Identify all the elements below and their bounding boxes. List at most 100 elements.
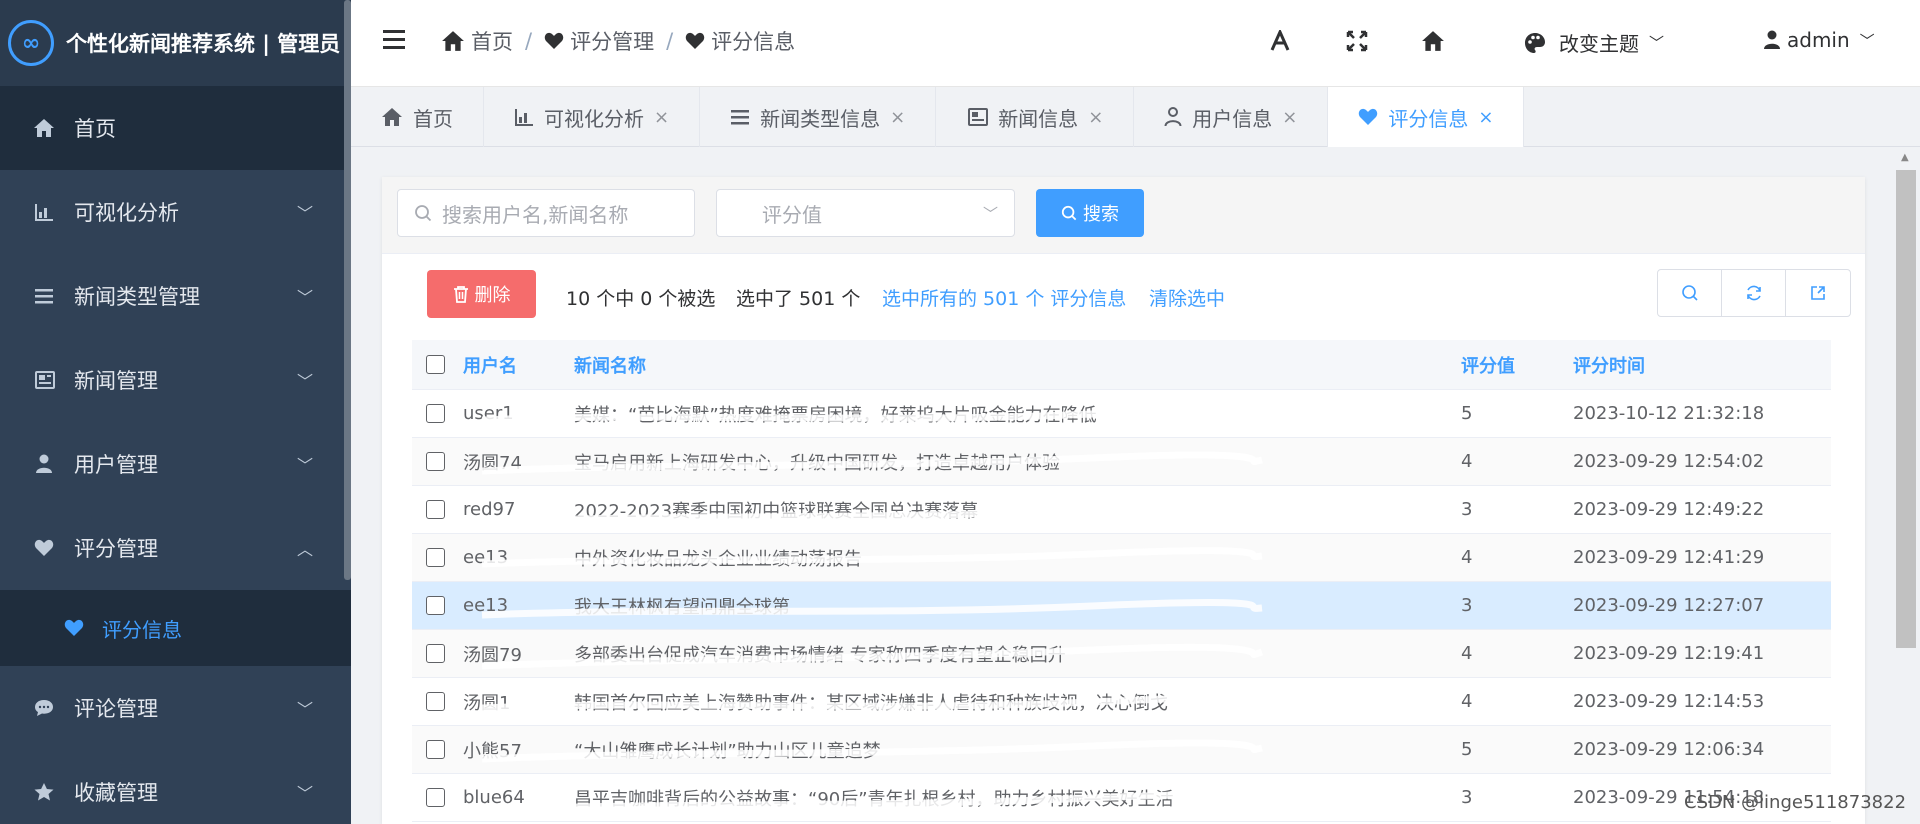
row-checkbox[interactable] bbox=[426, 596, 445, 615]
sidebar-item-rating[interactable]: 评分管理 ︿ bbox=[0, 506, 351, 590]
scroll-up-icon[interactable]: ▲ bbox=[1901, 152, 1909, 163]
table-toolbar: 删除 10 个中 0 个被选 选中了 501 个 选中所有的 501 个 评分信… bbox=[382, 254, 1865, 334]
breadcrumb-label: 评分管理 bbox=[570, 30, 655, 54]
font-size-icon[interactable] bbox=[1269, 28, 1291, 57]
row-checkbox[interactable] bbox=[426, 788, 445, 807]
chevron-down-icon: ﹀ bbox=[296, 204, 313, 223]
page-scrollbar[interactable]: ▲ bbox=[1896, 152, 1920, 824]
export-icon[interactable] bbox=[1786, 270, 1850, 316]
chevron-down-icon: ﹀ bbox=[1649, 34, 1665, 52]
heart-icon bbox=[32, 536, 56, 560]
list-icon bbox=[731, 110, 750, 125]
cell-user: ee13 bbox=[463, 547, 509, 568]
sidebar-item-comment[interactable]: 评论管理 ﹀ bbox=[0, 666, 351, 750]
sidebar-subitem-rating-info[interactable]: 评分信息 bbox=[0, 590, 351, 666]
sidebar-item-home[interactable]: 首页 bbox=[0, 86, 351, 170]
search-bar: 搜索用户名,新闻名称 评分值 ﹀ 搜索 bbox=[382, 177, 1865, 254]
tab-news-type[interactable]: 新闻类型信息 × bbox=[700, 87, 937, 147]
keyword-search-input[interactable]: 搜索用户名,新闻名称 bbox=[397, 189, 695, 237]
close-icon[interactable]: × bbox=[654, 107, 669, 128]
tab-rating-info[interactable]: 评分信息 × bbox=[1328, 87, 1525, 147]
delete-button[interactable]: 删除 bbox=[427, 270, 536, 318]
cell-user: 小熊57 bbox=[463, 740, 522, 762]
cell-score: 3 bbox=[1461, 787, 1473, 808]
table-row[interactable]: 汤圆1 韩国首尔回应美上海赞助事件：某区域涉嫌非人虐待和种族歧视，决心倒戈 4 202… bbox=[412, 678, 1831, 726]
tab-visual-analysis[interactable]: 可视化分析 × bbox=[484, 87, 701, 147]
tab-label: 可视化分析 bbox=[544, 106, 644, 131]
close-icon[interactable]: × bbox=[1282, 107, 1297, 128]
comment-icon bbox=[32, 696, 56, 720]
table-row[interactable]: 汤圆79 多部委出台促成汽车消费市场情绪 专家称四季度有望企稳回升 4 2023-09… bbox=[412, 630, 1831, 678]
user-menu-button[interactable]: admin ﹀ bbox=[1763, 28, 1875, 52]
sidebar-item-favorite[interactable]: 收藏管理 ﹀ bbox=[0, 750, 351, 824]
row-checkbox[interactable] bbox=[426, 692, 445, 711]
table-body: user1 美媒：“芭比海默”热度难掩票房困境，好莱坞大片吸金能力在降低 5 2023… bbox=[412, 390, 1831, 822]
fullscreen-icon[interactable] bbox=[1346, 30, 1368, 57]
table-row[interactable]: ee13 中外资化妆品龙头企业业绩动荡报告 4 2023-09-29 12:41:29 bbox=[412, 534, 1831, 582]
tab-home[interactable]: 首页 bbox=[351, 87, 484, 147]
cell-time: 2023-09-29 12:54:02 bbox=[1573, 451, 1765, 472]
score-select[interactable]: 评分值 ﹀ bbox=[716, 189, 1015, 237]
header-news[interactable]: 新闻名称 bbox=[574, 352, 1461, 378]
select-all-link[interactable]: 选中所有的 501 个 评分信息 bbox=[882, 284, 1126, 311]
table-row[interactable]: user1 美媒：“芭比海默”热度难掩票房困境，好莱坞大片吸金能力在降低 5 2023… bbox=[412, 390, 1831, 438]
change-theme-button[interactable]: 改变主题 ﹀ bbox=[1523, 28, 1664, 57]
cell-score: 4 bbox=[1461, 451, 1473, 472]
user-icon bbox=[1164, 107, 1182, 127]
row-checkbox[interactable] bbox=[426, 548, 445, 567]
heart-icon bbox=[1359, 108, 1378, 125]
scrollbar-thumb[interactable] bbox=[1896, 170, 1916, 648]
breadcrumb-home[interactable]: 首页 bbox=[441, 26, 513, 56]
close-icon[interactable]: × bbox=[1088, 107, 1103, 128]
home-icon bbox=[382, 108, 402, 126]
watermark: CSDN @linge511873822 bbox=[1684, 792, 1907, 813]
menu-toggle-icon[interactable] bbox=[383, 30, 405, 52]
table-row[interactable]: ee13 我大王林枫有望问鼎全球第 3 2023-09-29 12:27:07 bbox=[412, 582, 1831, 630]
row-checkbox[interactable] bbox=[426, 404, 445, 423]
close-icon[interactable]: × bbox=[890, 107, 905, 128]
search-toggle-icon[interactable] bbox=[1658, 270, 1722, 316]
table-row[interactable]: 汤圆74 宝马启用新上海研发中心，升级中国研发，打造卓越用户体验 4 2023-09-… bbox=[412, 438, 1831, 486]
row-checkbox[interactable] bbox=[426, 740, 445, 759]
header-time[interactable]: 评分时间 bbox=[1573, 352, 1813, 378]
cell-news: 2022-2023赛季中国初中篮球联赛全国总决赛落幕 bbox=[574, 500, 979, 522]
sidebar-item-label: 用户管理 bbox=[74, 453, 158, 477]
close-icon[interactable]: × bbox=[1478, 107, 1493, 128]
tab-user[interactable]: 用户信息 × bbox=[1134, 87, 1329, 147]
cell-score: 5 bbox=[1461, 403, 1473, 424]
select-placeholder: 评分值 bbox=[762, 202, 822, 227]
breadcrumb-rating-mgmt[interactable]: 评分管理 bbox=[544, 26, 654, 56]
sidebar-item-news[interactable]: 新闻管理 ﹀ bbox=[0, 338, 351, 422]
header-user[interactable]: 用户名 bbox=[463, 352, 574, 378]
sidebar-item-user[interactable]: 用户管理 ﹀ bbox=[0, 422, 351, 506]
breadcrumb-label: 评分信息 bbox=[711, 30, 796, 54]
selection-count: 10 个中 0 个被选 bbox=[566, 288, 716, 310]
cell-user: 汤圆74 bbox=[463, 452, 522, 474]
sidebar-scrollbar[interactable] bbox=[344, 0, 351, 580]
refresh-icon[interactable] bbox=[1722, 270, 1786, 316]
clear-selection-link[interactable]: 清除选中 bbox=[1149, 284, 1225, 311]
table-row[interactable]: 小熊57 “大山雏鹰成长计划”助力山区儿童追梦 5 2023-09-29 12:06:… bbox=[412, 726, 1831, 774]
sidebar-item-label: 评分信息 bbox=[102, 617, 182, 642]
chevron-down-icon: ﹀ bbox=[296, 784, 313, 803]
cell-user: user1 bbox=[463, 403, 514, 424]
table-row[interactable]: blue64 昌平吉咖啡背后的公益故事：“90后”青年扎根乡村，助力乡村振兴美好生… bbox=[412, 774, 1831, 822]
tab-news[interactable]: 新闻信息 × bbox=[936, 87, 1135, 147]
select-all-checkbox[interactable] bbox=[426, 355, 445, 374]
search-button-label: 搜索 bbox=[1083, 204, 1119, 225]
cell-time: 2023-09-29 12:27:07 bbox=[1573, 595, 1765, 616]
cell-user: 汤圆1 bbox=[463, 692, 511, 714]
cell-news: 我大王林枫有望问鼎全球第 bbox=[574, 596, 790, 618]
cell-news: 昌平吉咖啡背后的公益故事：“90后”青年扎根乡村，助力乡村振兴美好生活 bbox=[574, 788, 1174, 810]
sidebar-item-news-type[interactable]: 新闻类型管理 ﹀ bbox=[0, 254, 351, 338]
sidebar-item-visual-analysis[interactable]: 可视化分析 ﹀ bbox=[0, 170, 351, 254]
table-row[interactable]: red97 2022-2023赛季中国初中篮球联赛全国总决赛落幕 3 2023-09-… bbox=[412, 486, 1831, 534]
row-checkbox[interactable] bbox=[426, 452, 445, 471]
row-checkbox[interactable] bbox=[426, 644, 445, 663]
row-checkbox[interactable] bbox=[426, 500, 445, 519]
home-icon[interactable] bbox=[1421, 30, 1445, 57]
search-button[interactable]: 搜索 bbox=[1036, 189, 1144, 237]
header-score[interactable]: 评分值 bbox=[1461, 352, 1573, 378]
home-icon bbox=[32, 116, 56, 140]
tab-label: 新闻信息 bbox=[998, 106, 1079, 131]
